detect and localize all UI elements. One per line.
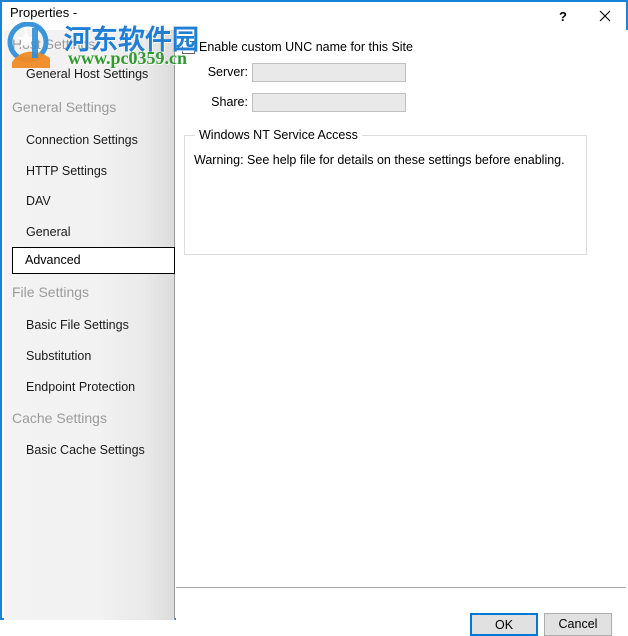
ok-button[interactable]: OK — [470, 613, 538, 636]
titlebar-button-group: ? — [542, 2, 626, 30]
settings-sidebar[interactable]: Host Settings General Host Settings Gene… — [4, 30, 175, 620]
windows-nt-service-access-group: Windows NT Service Access Warning: See h… — [184, 128, 587, 255]
close-icon[interactable] — [584, 2, 626, 30]
server-label: Server: — [207, 65, 248, 79]
help-button[interactable]: ? — [542, 2, 584, 30]
sidebar-item-http-settings[interactable]: HTTP Settings — [26, 164, 107, 178]
titlebar: Properties - ? — [2, 2, 626, 30]
sidebar-item-endpoint-protection[interactable]: Endpoint Protection — [26, 380, 135, 394]
enable-custom-unc-label: Enable custom UNC name for this Site — [199, 40, 413, 54]
server-input[interactable] — [252, 63, 406, 82]
nav-group-file-settings: File Settings — [12, 284, 90, 300]
nav-group-cache-settings: Cache Settings — [12, 410, 107, 426]
server-field-row: Server: — [176, 63, 426, 83]
group-warning-text: Warning: See help file for details on th… — [194, 153, 565, 167]
group-title: Windows NT Service Access — [195, 128, 362, 142]
nav-group-general-settings: General Settings — [12, 99, 117, 115]
cancel-button[interactable]: Cancel — [544, 613, 612, 636]
sidebar-item-connection-settings[interactable]: Connection Settings — [26, 133, 138, 147]
enable-custom-unc-row[interactable]: Enable custom UNC name for this Site — [182, 40, 413, 54]
sidebar-item-substitution[interactable]: Substitution — [26, 349, 91, 363]
properties-dialog-window: Properties - ? Host Settings General Hos… — [0, 0, 628, 636]
sidebar-item-advanced[interactable]: Advanced — [12, 247, 175, 274]
window-title: Properties - — [10, 5, 78, 20]
sidebar-item-advanced-label: Advanced — [25, 253, 81, 267]
dialog-footer: OK Cancel — [176, 588, 626, 636]
nav-group-host-settings: Host Settings — [12, 36, 96, 52]
share-label: Share: — [211, 95, 248, 109]
share-field-row: Share: — [176, 93, 426, 113]
enable-custom-unc-checkbox[interactable] — [182, 40, 195, 54]
sidebar-item-general[interactable]: General — [26, 225, 70, 239]
sidebar-item-basic-file-settings[interactable]: Basic File Settings — [26, 318, 129, 332]
sidebar-item-general-host-settings[interactable]: General Host Settings — [26, 67, 148, 81]
sidebar-item-dav[interactable]: DAV — [26, 194, 51, 208]
sidebar-item-basic-cache-settings[interactable]: Basic Cache Settings — [26, 443, 145, 457]
main-content-pane: Enable custom UNC name for this Site Ser… — [176, 30, 628, 636]
share-input[interactable] — [252, 93, 406, 112]
